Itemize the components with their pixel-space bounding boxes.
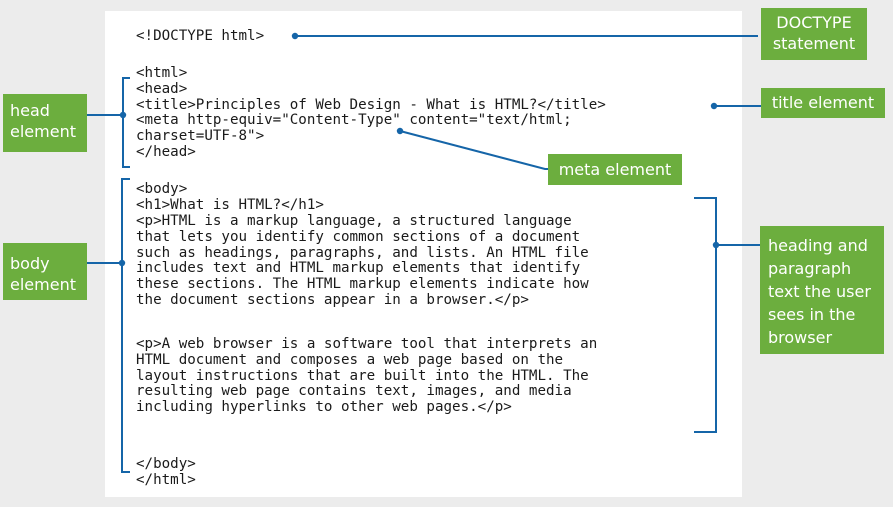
text-dot <box>712 241 720 249</box>
body-element-label: body element <box>3 243 87 300</box>
body-dot <box>118 259 126 267</box>
meta-element-label: meta element <box>548 154 682 185</box>
text-bracket <box>694 197 717 433</box>
doctype-dot <box>291 32 299 40</box>
title-element-label: title element <box>761 88 885 118</box>
body-element-label-text: body element <box>10 254 76 294</box>
head-element-label-text: head element <box>10 101 76 141</box>
title-dot <box>710 102 718 110</box>
meta-connector <box>399 130 548 170</box>
head-dot <box>119 111 127 119</box>
doctype-label-text: DOCTYPE statement <box>772 13 856 53</box>
heading-paragraph-text-label: heading and paragraph text the user sees… <box>760 226 884 354</box>
heading-paragraph-text-label-text: heading and paragraph text the user sees… <box>768 236 871 347</box>
meta-dot <box>396 127 404 135</box>
title-element-label-text: title element <box>771 93 875 112</box>
doctype-label: DOCTYPE statement <box>761 8 867 60</box>
meta-element-label-text: meta element <box>558 160 672 179</box>
head-element-label: head element <box>3 94 87 152</box>
head-bracket <box>122 77 130 168</box>
body-bracket <box>121 178 130 473</box>
